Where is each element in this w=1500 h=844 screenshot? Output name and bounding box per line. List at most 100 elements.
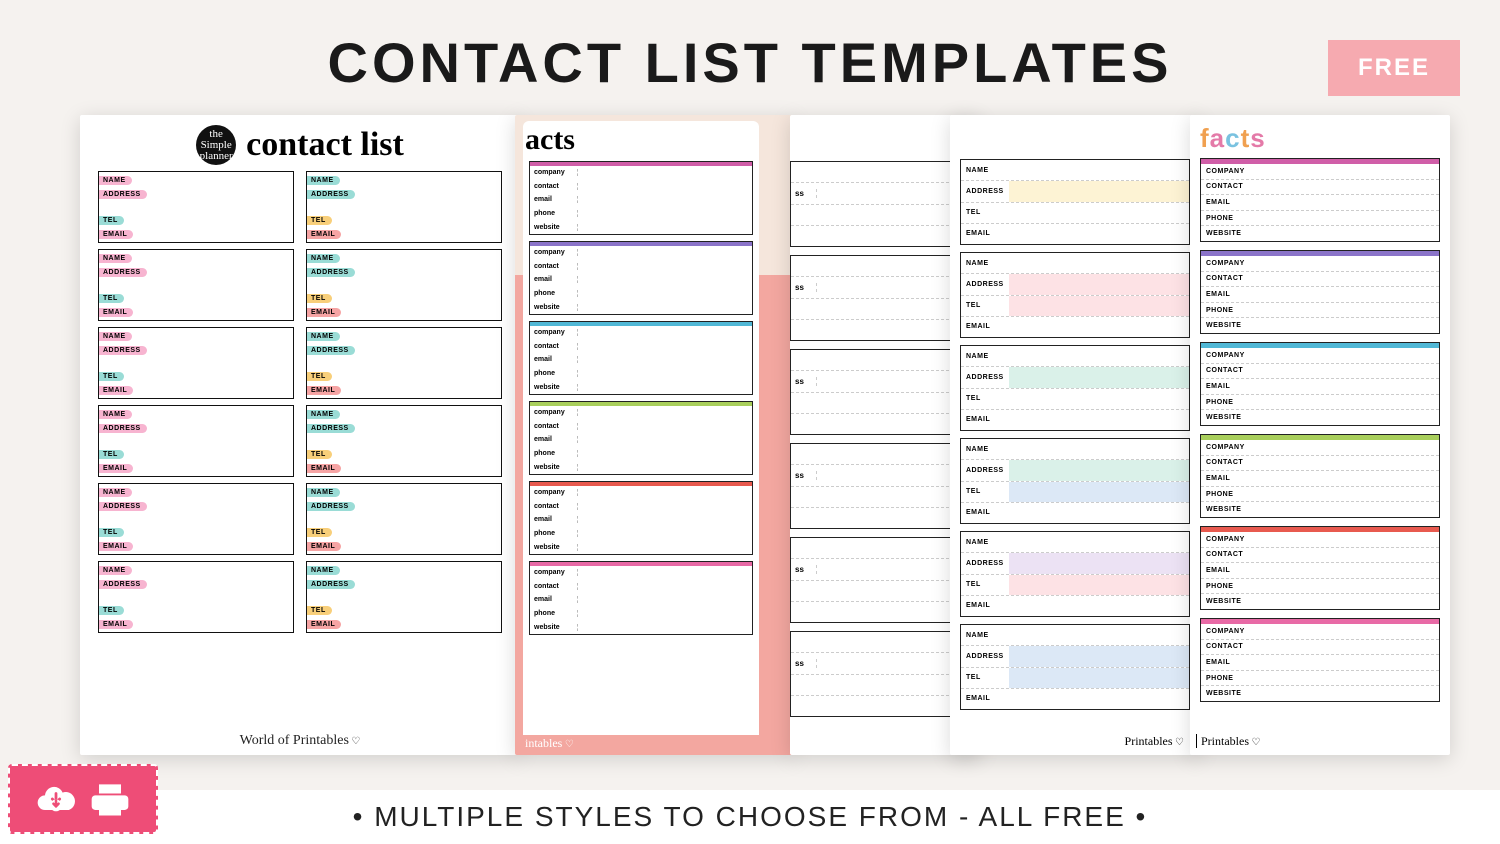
label-partial: ss (791, 471, 817, 480)
label-website: WEBSITE (1201, 506, 1253, 513)
label-company: company (530, 569, 578, 576)
contact-card: NAME ADDRESS TEL EMAIL (306, 249, 502, 321)
templates-stage: the Simple planner contact list NAME ADD… (50, 115, 1450, 765)
label-website: website (530, 224, 578, 231)
contact-card: NAME ADDRESS TEL EMAIL (98, 405, 294, 477)
label-address: ADDRESS (961, 367, 1009, 387)
label-tel: TEL (961, 668, 1009, 688)
download-print-badge[interactable] (8, 764, 158, 834)
label-email: EMAIL (99, 230, 133, 239)
logo-text: the Simple planner (196, 129, 236, 162)
contact-card: ss (790, 255, 970, 341)
label-company: COMPANY (1201, 352, 1253, 359)
contact-card: ss (790, 161, 970, 247)
label-name: NAME (961, 346, 1009, 366)
label-phone: phone (530, 530, 578, 537)
label-address: ADDRESS (99, 502, 147, 511)
contact-card: ss (790, 537, 970, 623)
contact-card: NAME ADDRESS TEL EMAIL (306, 483, 502, 555)
label-partial: ss (791, 565, 817, 574)
company-card: COMPANY CONTACT EMAIL PHONE WEBSITE (1200, 158, 1440, 242)
label-phone: phone (530, 450, 578, 457)
label-tel: TEL (307, 528, 332, 537)
label-tel: TEL (99, 528, 124, 537)
label-website: website (530, 544, 578, 551)
label-contact: CONTACT (1201, 459, 1253, 466)
label-email: EMAIL (1201, 567, 1253, 574)
company-card: company contact email phone website (529, 561, 753, 635)
label-website: WEBSITE (1201, 598, 1253, 605)
label-company: COMPANY (1201, 168, 1253, 175)
label-email: EMAIL (961, 317, 1009, 337)
label-phone: phone (530, 290, 578, 297)
label-name: NAME (307, 488, 340, 497)
label-contact: contact (530, 423, 578, 430)
bottom-tagline: • MULTIPLE STYLES TO CHOOSE FROM - ALL F… (0, 790, 1500, 844)
label-name: NAME (99, 410, 132, 419)
template-1-title: contact list (246, 126, 404, 164)
company-card: company contact email phone website (529, 401, 753, 475)
label-email: EMAIL (307, 620, 341, 629)
label-name: NAME (307, 332, 340, 341)
label-address: ADDRESS (307, 346, 355, 355)
download-cloud-icon (34, 777, 78, 821)
contact-card: ss (790, 349, 970, 435)
label-email: EMAIL (99, 542, 133, 551)
label-address: ADDRESS (961, 274, 1009, 294)
label-email: email (530, 356, 578, 363)
label-email: EMAIL (961, 410, 1009, 430)
label-email: EMAIL (307, 542, 341, 551)
label-company: company (530, 409, 578, 416)
label-company: COMPANY (1201, 536, 1253, 543)
label-tel: TEL (307, 450, 332, 459)
company-card: COMPANY CONTACT EMAIL PHONE WEBSITE (1200, 526, 1440, 610)
label-address: ADDRESS (99, 190, 147, 199)
contact-card: NAME ADDRESS TEL EMAIL (960, 345, 1190, 431)
contact-card: NAME ADDRESS TEL EMAIL (306, 171, 502, 243)
label-tel: TEL (99, 294, 124, 303)
contact-card: NAME ADDRESS TEL EMAIL (960, 531, 1190, 617)
label-contact: CONTACT (1201, 367, 1253, 374)
template-5: facts COMPANY CONTACT EMAIL PHONE WEBSIT… (1190, 115, 1450, 755)
template-1-col-right: NAME ADDRESS TEL EMAIL NAME ADDRESS TEL … (306, 171, 502, 633)
company-card: COMPANY CONTACT EMAIL PHONE WEBSITE (1200, 250, 1440, 334)
label-address: ADDRESS (961, 553, 1009, 573)
template-4-footer: Printables (1125, 734, 1184, 749)
label-partial: ss (791, 377, 817, 386)
template-4-list: NAME ADDRESS TEL EMAIL NAME ADDRESS TEL … (960, 159, 1190, 710)
label-website: website (530, 624, 578, 631)
label-address: ADDRESS (961, 460, 1009, 480)
company-card: COMPANY CONTACT EMAIL PHONE WEBSITE (1200, 434, 1440, 518)
template-2-title-partial: acts (525, 125, 753, 155)
label-website: website (530, 304, 578, 311)
label-email: EMAIL (99, 386, 133, 395)
label-address: ADDRESS (99, 268, 147, 277)
label-email: EMAIL (307, 230, 341, 239)
label-phone: PHONE (1201, 215, 1253, 222)
label-contact: contact (530, 263, 578, 270)
label-tel: TEL (307, 216, 332, 225)
company-card: company contact email phone website (529, 481, 753, 555)
label-phone: PHONE (1201, 491, 1253, 498)
label-email: EMAIL (1201, 659, 1253, 666)
label-company: COMPANY (1201, 628, 1253, 635)
label-address: ADDRESS (307, 580, 355, 589)
print-icon (88, 777, 132, 821)
label-company: company (530, 249, 578, 256)
label-email: EMAIL (1201, 475, 1253, 482)
label-address: ADDRESS (99, 424, 147, 433)
label-website: WEBSITE (1201, 690, 1253, 697)
label-address: ADDRESS (307, 190, 355, 199)
template-1: the Simple planner contact list NAME ADD… (80, 115, 520, 755)
label-name: NAME (961, 160, 1009, 180)
label-address: ADDRESS (961, 181, 1009, 201)
label-phone: phone (530, 370, 578, 377)
label-address: ADDRESS (961, 646, 1009, 666)
logo-circle: the Simple planner (196, 125, 236, 165)
label-email: EMAIL (1201, 291, 1253, 298)
label-name: NAME (307, 566, 340, 575)
label-phone: PHONE (1201, 399, 1253, 406)
template-5-list: COMPANY CONTACT EMAIL PHONE WEBSITE COMP… (1200, 158, 1440, 702)
label-website: WEBSITE (1201, 322, 1253, 329)
template-2-footer: intables (525, 736, 574, 751)
